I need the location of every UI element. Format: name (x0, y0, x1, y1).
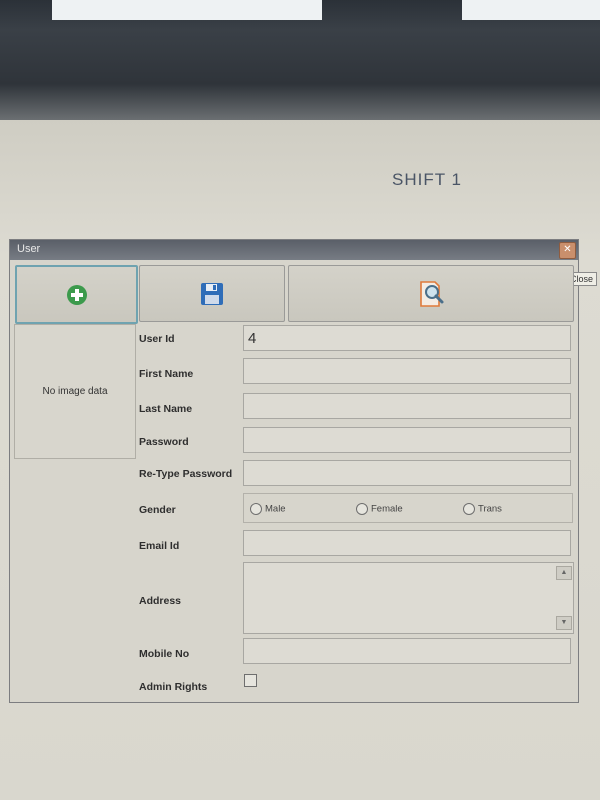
floppy-disk-icon (201, 282, 223, 305)
document-search-icon (420, 280, 444, 307)
gender-label: Gender (139, 504, 176, 516)
gender-male-label: Male (265, 503, 286, 515)
radio-circle-icon (463, 503, 475, 515)
retype-password-field[interactable] (243, 460, 571, 486)
user-id-field[interactable]: 4 (243, 325, 571, 351)
address-label: Address (139, 595, 182, 607)
window-glare (462, 0, 600, 20)
scroll-up-icon[interactable]: ▲ (556, 566, 572, 580)
user-id-label: User Id (139, 333, 175, 345)
close-icon[interactable]: ✕ (559, 242, 576, 259)
last-name-field[interactable] (243, 393, 571, 419)
email-field[interactable] (243, 530, 571, 556)
monitor-bezel (0, 0, 600, 120)
window-glare (52, 0, 322, 20)
dialog-title: User (17, 243, 41, 255)
gender-male-radio[interactable]: Male (250, 503, 286, 515)
mobile-label: Mobile No (139, 648, 190, 660)
first-name-label: First Name (139, 368, 194, 380)
last-name-label: Last Name (139, 403, 193, 415)
dialog-title-bar: User ✕ (10, 240, 578, 260)
first-name-field[interactable] (243, 358, 571, 384)
mobile-field[interactable] (243, 638, 571, 664)
plus-circle-icon (66, 284, 87, 305)
password-field[interactable] (243, 427, 571, 453)
save-button[interactable] (139, 265, 285, 322)
admin-rights-checkbox[interactable] (244, 674, 257, 687)
radio-circle-icon (250, 503, 262, 515)
email-label: Email Id (139, 540, 180, 552)
gender-radio-group: Male Female Trans (243, 493, 573, 523)
address-textarea[interactable]: ▲ ▼ (243, 562, 574, 634)
search-button[interactable] (288, 265, 574, 322)
gender-female-radio[interactable]: Female (356, 503, 403, 515)
gender-trans-label: Trans (478, 503, 502, 515)
scroll-down-icon[interactable]: ▼ (556, 616, 572, 630)
image-placeholder-text: No image data (42, 386, 108, 397)
gender-female-label: Female (371, 503, 403, 515)
retype-password-label: Re-Type Password (139, 468, 233, 480)
user-id-value: 4 (248, 330, 257, 347)
password-label: Password (139, 436, 189, 448)
shift-label: SHIFT 1 (392, 170, 462, 189)
gender-trans-radio[interactable]: Trans (463, 503, 502, 515)
add-user-button[interactable] (15, 265, 138, 324)
user-image-panel[interactable]: No image data (14, 324, 136, 459)
admin-rights-label: Admin Rights (139, 681, 208, 693)
radio-circle-icon (356, 503, 368, 515)
